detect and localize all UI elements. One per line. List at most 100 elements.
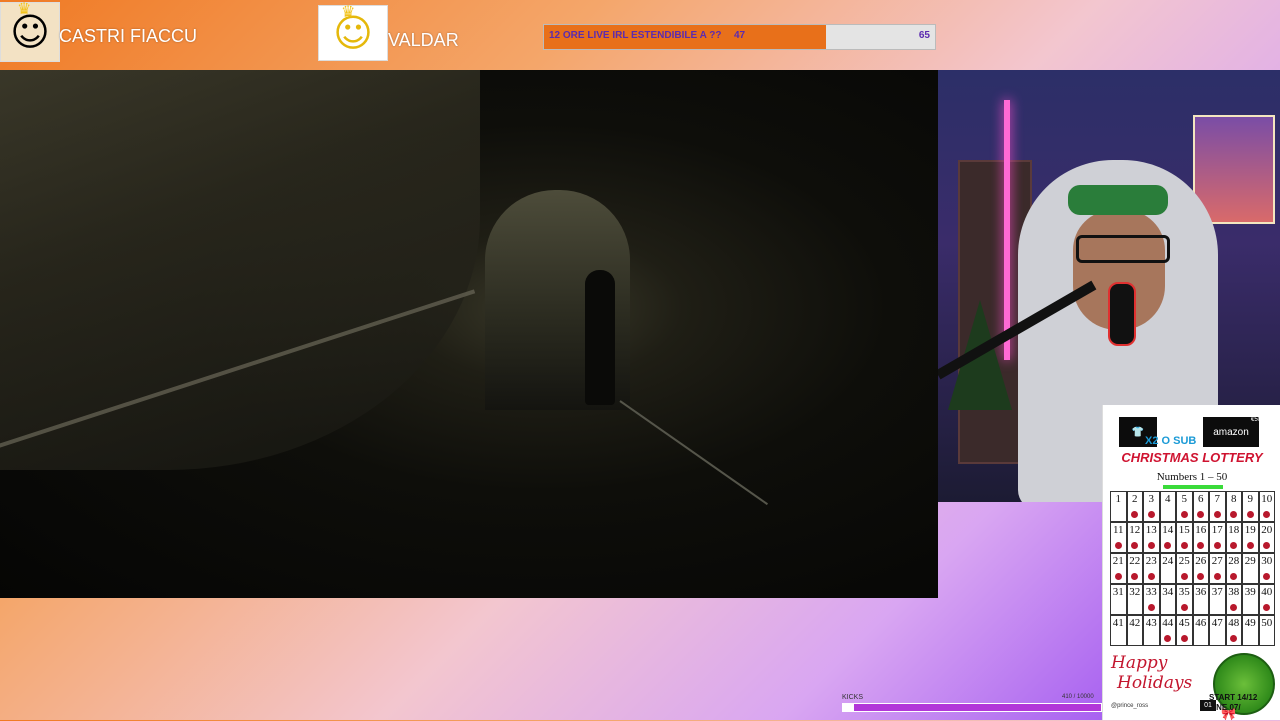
lottery-number: 46 <box>1195 617 1207 629</box>
lottery-start: START 14/12 <box>1209 693 1258 702</box>
lottery-cell: 10 <box>1258 491 1275 522</box>
lottery-cell: 42 <box>1126 615 1143 646</box>
lottery-number: 26 <box>1195 555 1207 567</box>
lottery-marked-dot <box>1213 573 1221 580</box>
lottery-cell: 32 <box>1126 584 1143 615</box>
game-floor-edge <box>619 400 769 506</box>
happy-holidays-text: Happy Holidays <box>1111 653 1192 693</box>
lottery-marked-dot <box>1197 542 1205 549</box>
lottery-marked-dot <box>1131 542 1139 549</box>
stream-goal-bar: 12 ORE LIVE IRL ESTENDIBILE A ?? 47 65 <box>543 24 936 50</box>
lottery-marked-dot <box>1180 511 1188 518</box>
webcam-bandana <box>1068 185 1168 215</box>
crown-icon: ♛ <box>17 0 32 18</box>
lottery-cell: 34 <box>1159 584 1176 615</box>
lottery-cell: 50 <box>1258 615 1275 646</box>
lottery-marked-dot <box>1180 573 1188 580</box>
crowned-emoji-icon: ☺ <box>10 10 50 54</box>
lottery-number: 39 <box>1244 586 1256 598</box>
lottery-marked-dot <box>1180 542 1188 549</box>
lottery-cell: 23 <box>1143 553 1160 584</box>
lottery-cell: 27 <box>1209 553 1226 584</box>
lottery-marked-dot <box>1263 573 1271 580</box>
lottery-cell: 6 <box>1192 491 1209 522</box>
lottery-number: 24 <box>1162 555 1174 567</box>
lottery-marked-dot <box>1263 604 1271 611</box>
user1-name: CASTRI FIACCU <box>59 26 198 46</box>
lottery-number: 42 <box>1129 617 1141 629</box>
lottery-cell: 28 <box>1225 553 1242 584</box>
lottery-marked-dot <box>1263 542 1271 549</box>
game-capture <box>0 70 938 598</box>
lottery-number: 41 <box>1112 617 1124 629</box>
lottery-number: 18 <box>1228 524 1240 536</box>
lottery-cell: 45 <box>1176 615 1193 646</box>
lottery-number: 7 <box>1214 493 1221 505</box>
lottery-number: 38 <box>1228 586 1240 598</box>
lottery-number: 20 <box>1261 524 1273 536</box>
lottery-marked-dot <box>1147 511 1155 518</box>
lottery-cell: 47 <box>1209 615 1226 646</box>
lottery-marked-dot <box>1246 511 1254 518</box>
lottery-cell: 26 <box>1192 553 1209 584</box>
goal-target: 65 <box>918 30 930 41</box>
happy-line1: Happy <box>1111 653 1168 673</box>
lottery-cell: 43 <box>1143 615 1160 646</box>
lottery-number: 31 <box>1112 586 1124 598</box>
lottery-cell: 1 <box>1110 491 1127 522</box>
lottery-number: 16 <box>1195 524 1207 536</box>
lottery-number: 40 <box>1261 586 1273 598</box>
avatar-user2: ☺ ♛ <box>318 2 388 61</box>
avatar-user1: ☺ ♛ <box>0 0 60 62</box>
lottery-cell: 12 <box>1126 522 1143 553</box>
lottery-number: 35 <box>1178 586 1190 598</box>
lottery-marked-dot <box>1230 542 1238 549</box>
lottery-marked-dot <box>1263 511 1271 518</box>
amazon-value: €50 <box>1251 417 1262 423</box>
webcam-glasses <box>1076 235 1170 263</box>
lottery-marked-dot <box>1114 573 1122 580</box>
lottery-cell: 9 <box>1242 491 1259 522</box>
lottery-marked-dot <box>1180 604 1188 611</box>
lottery-cell: 31 <box>1110 584 1127 615</box>
lottery-number: 14 <box>1162 524 1174 536</box>
lottery-cell: 18 <box>1225 522 1242 553</box>
user2-name: VALDAR <box>388 30 459 50</box>
lottery-marked-dot <box>1164 635 1172 642</box>
happy-line2: Holidays <box>1117 673 1193 693</box>
lottery-marked-dot <box>1230 511 1238 518</box>
lottery-number: 2 <box>1132 493 1138 505</box>
lottery-cell: 3 <box>1143 491 1160 522</box>
lottery-number: 17 <box>1211 524 1223 536</box>
lottery-number: 34 <box>1162 586 1174 598</box>
lottery-number: 36 <box>1195 586 1207 598</box>
lottery-cell: 16 <box>1192 522 1209 553</box>
kicks-progress-fill <box>843 704 854 711</box>
christmas-lottery-panel: 👕 X2 O SUB amazon €50 CHRISTMAS LOTTERY … <box>1102 405 1280 721</box>
lottery-cell: 49 <box>1242 615 1259 646</box>
lottery-cell: 29 <box>1242 553 1259 584</box>
lottery-number: 47 <box>1211 617 1223 629</box>
lottery-cell: 7 <box>1209 491 1226 522</box>
lottery-cell: 2 <box>1126 491 1143 522</box>
lottery-cell: 22 <box>1126 553 1143 584</box>
lottery-number: 5 <box>1181 493 1188 505</box>
lottery-number: 27 <box>1211 555 1223 567</box>
lottery-sub-text: X2 O SUB <box>1145 435 1197 447</box>
lottery-marked-dot <box>1147 542 1155 549</box>
microphone-icon <box>1108 282 1136 346</box>
lottery-number: 28 <box>1228 555 1240 567</box>
lottery-number: 48 <box>1228 617 1240 629</box>
lottery-marked-dot <box>1164 542 1172 549</box>
lottery-cell: 19 <box>1242 522 1259 553</box>
lottery-cell: 24 <box>1159 553 1176 584</box>
lottery-marked-dot <box>1246 542 1254 549</box>
amazon-label: amazon <box>1213 426 1249 438</box>
lottery-number: 12 <box>1129 524 1141 536</box>
lottery-number: 50 <box>1261 617 1273 629</box>
lottery-marked-dot <box>1131 511 1139 518</box>
lottery-cell: 33 <box>1143 584 1160 615</box>
lottery-number: 1 <box>1115 493 1122 505</box>
lottery-number: 33 <box>1145 586 1157 598</box>
lottery-cell: 48 <box>1225 615 1242 646</box>
